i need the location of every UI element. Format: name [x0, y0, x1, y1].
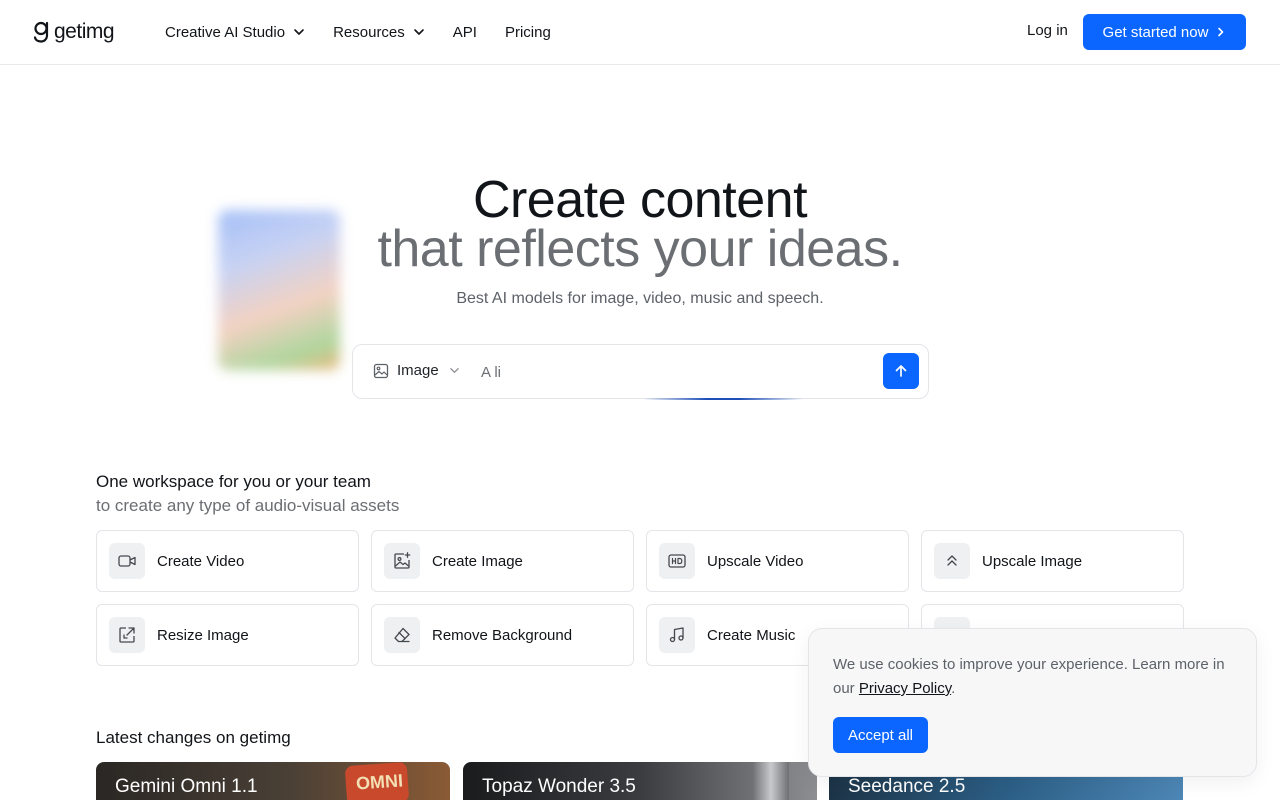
- prompt-mode-label: Image: [397, 362, 439, 379]
- latest-card-topaz-wonder[interactable]: Topaz Wonder 3.5: [463, 762, 817, 800]
- tool-remove-background[interactable]: Remove Background: [371, 604, 634, 666]
- prompt-bar: Image: [352, 344, 929, 400]
- eraser-icon: [394, 627, 410, 643]
- logo-mark-icon: [33, 21, 49, 43]
- prompt-input[interactable]: [481, 361, 861, 383]
- chevrons-up-icon: [947, 555, 957, 566]
- tool-upscale-video[interactable]: Upscale Video: [646, 530, 909, 592]
- prompt-mode-select[interactable]: Image: [373, 362, 460, 379]
- chevron-right-icon: [1218, 27, 1224, 37]
- hero-subtitle: Best AI models for image, video, music a…: [456, 290, 824, 307]
- card-title: Gemini Omni 1.1: [115, 776, 258, 797]
- tool-label: Remove Background: [432, 626, 573, 644]
- nav-item-api[interactable]: API: [453, 24, 477, 41]
- nav-item-label: Resources: [333, 23, 405, 41]
- cookie-text-end: .: [951, 680, 956, 697]
- nav-item-label: API: [452, 23, 477, 41]
- image-icon: [373, 363, 389, 378]
- tool-resize-image[interactable]: Resize Image: [96, 604, 359, 666]
- accept-all-button[interactable]: Accept all: [833, 717, 928, 753]
- cookie-text: We use cookies to improve your experienc…: [833, 653, 1238, 701]
- workspace-title: One workspace for you or your team: [96, 472, 371, 491]
- tool-label: Resize Image: [157, 626, 249, 644]
- chevron-down-icon: [413, 29, 424, 35]
- tool-label: Upscale Video: [707, 552, 804, 570]
- get-started-button[interactable]: Get started now: [1083, 14, 1246, 50]
- nav-item-label: Creative AI Studio: [165, 23, 286, 41]
- tool-label: Upscale Image: [982, 552, 1083, 570]
- nav-item-pricing[interactable]: Pricing: [505, 24, 551, 41]
- chevron-down-icon: [294, 29, 304, 35]
- nav-item-label: Pricing: [504, 23, 551, 41]
- latest-changes-title: Latest changes on getimg: [96, 728, 291, 747]
- music-note-icon: [669, 627, 684, 643]
- card-title: Seedance 2.5: [848, 776, 966, 797]
- image-sparkle-icon: [394, 552, 411, 569]
- card-title: Topaz Wonder 3.5: [482, 776, 636, 797]
- tool-icon-wrap: [109, 543, 145, 579]
- tool-icon-wrap: [659, 543, 695, 579]
- nav-item-creative-ai-studio[interactable]: Creative AI Studio: [165, 24, 305, 41]
- privacy-policy-link[interactable]: Privacy Policy: [859, 680, 951, 697]
- prompt-submit-button[interactable]: [883, 353, 919, 389]
- tool-icon-wrap: [659, 617, 695, 653]
- tool-icon-wrap: [934, 543, 970, 579]
- tool-upscale-image[interactable]: Upscale Image: [921, 530, 1184, 592]
- nav-item-resources[interactable]: Resources: [333, 24, 425, 41]
- login-link[interactable]: Log in: [1027, 22, 1068, 39]
- site-header: getimg Creative AI Studio Resources API …: [0, 0, 1280, 65]
- hd-icon: [668, 554, 686, 568]
- logo[interactable]: getimg: [32, 20, 115, 44]
- get-started-label: Get started now: [1102, 23, 1209, 41]
- main-nav: Creative AI Studio Resources API Pricing: [165, 20, 579, 44]
- logo-text: getimg: [54, 20, 115, 43]
- tool-icon-wrap: [109, 617, 145, 653]
- arrow-up-icon: [895, 365, 907, 377]
- tool-label: Create Music: [707, 626, 796, 644]
- tool-icon-wrap: [384, 543, 420, 579]
- tool-label: Create Video: [157, 552, 245, 570]
- tool-create-image[interactable]: Create Image: [371, 530, 634, 592]
- workspace-subtitle: to create any type of audio-visual asset…: [96, 496, 400, 515]
- tool-icon-wrap: [384, 617, 420, 653]
- tool-label: Create Image: [432, 552, 523, 570]
- hero-title-secondary: that reflects your ideas.: [377, 220, 903, 278]
- video-camera-icon: [118, 555, 136, 567]
- tool-create-video[interactable]: Create Video: [96, 530, 359, 592]
- cookie-banner: We use cookies to improve your experienc…: [808, 628, 1257, 777]
- card-sign-text: OMNI: [355, 770, 404, 794]
- chevron-down-icon: [449, 368, 459, 373]
- card-lens-graphic: [753, 762, 789, 800]
- latest-card-gemini-omni[interactable]: OMNI Gemini Omni 1.1: [96, 762, 450, 800]
- resize-icon: [119, 627, 135, 643]
